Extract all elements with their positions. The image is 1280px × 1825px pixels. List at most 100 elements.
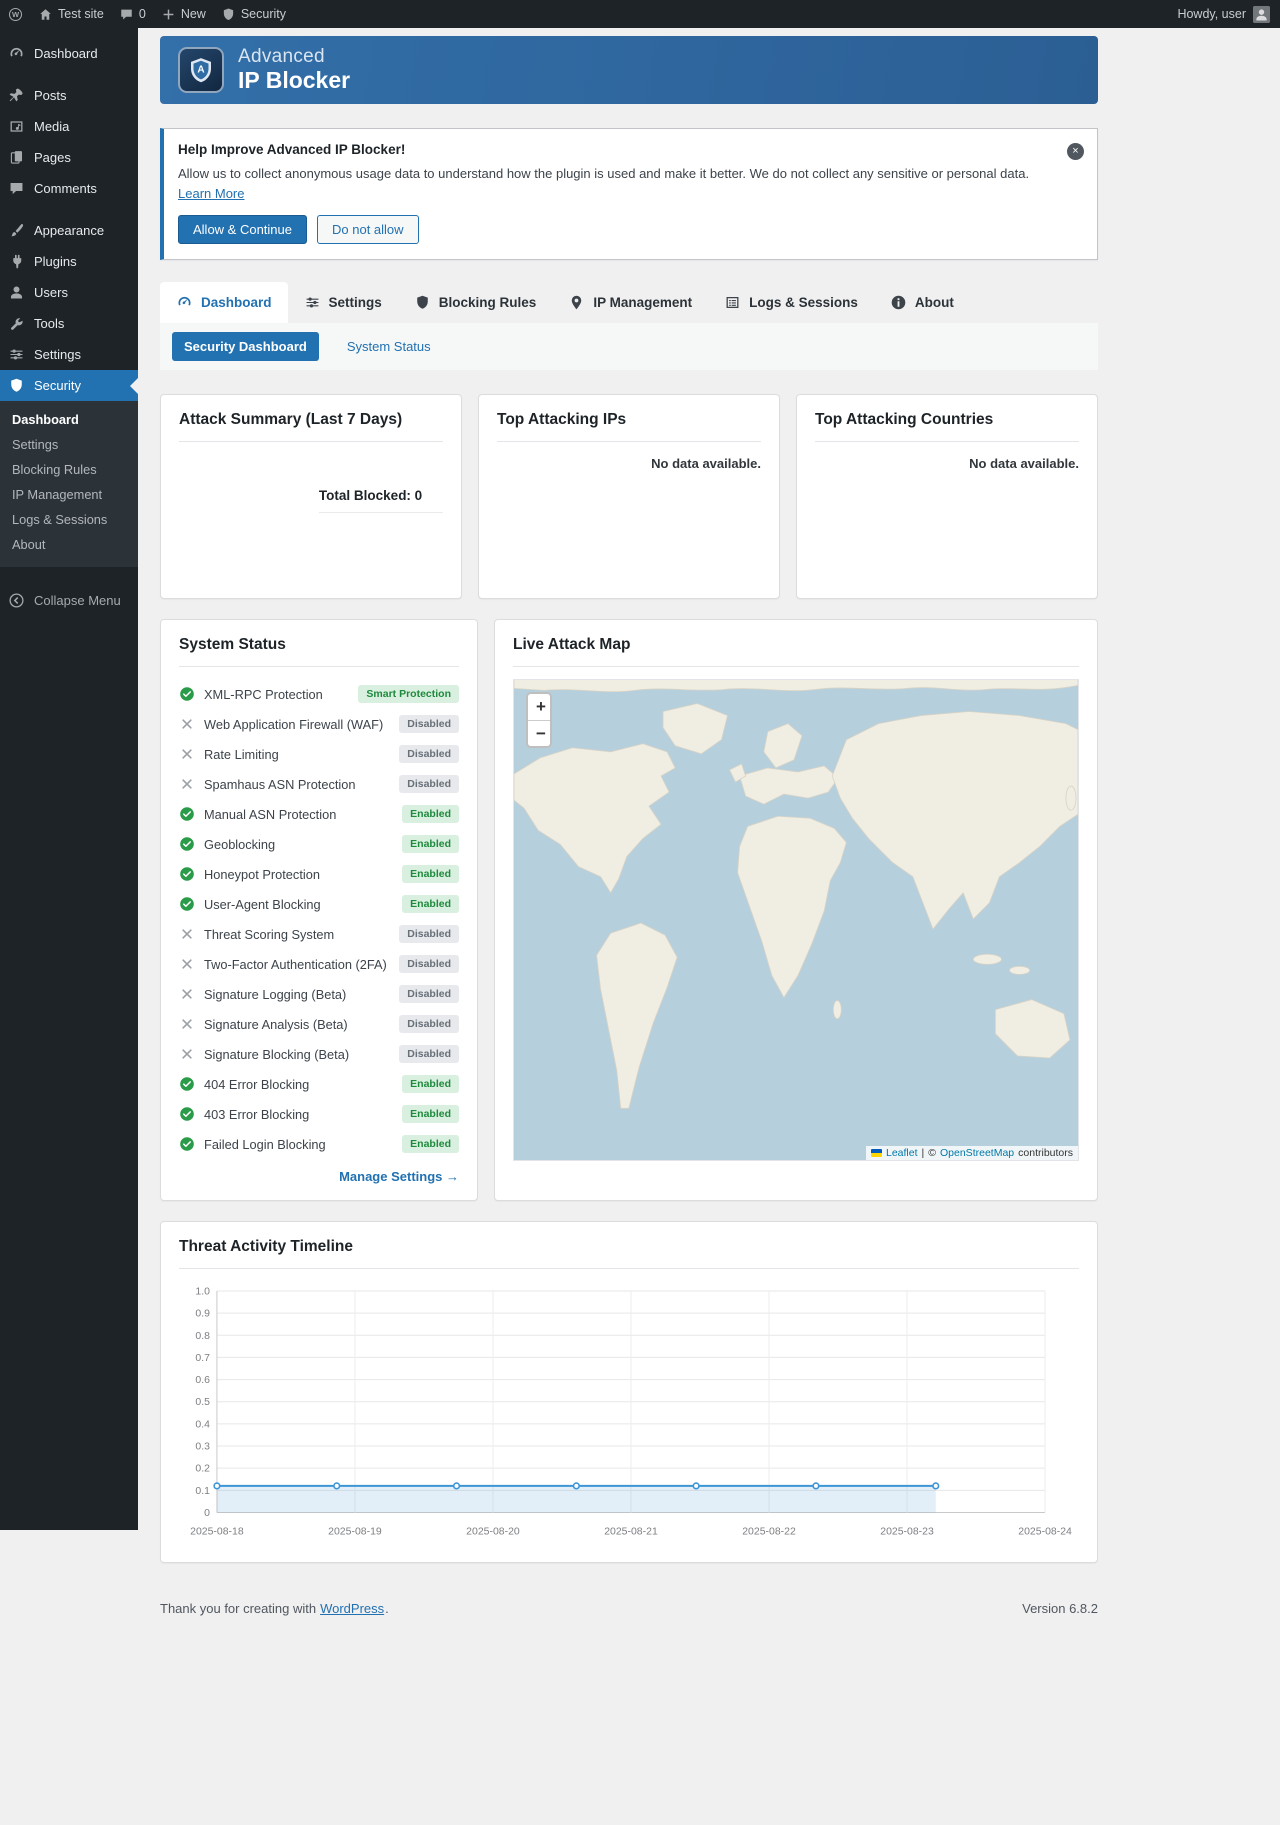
- x-icon: [179, 1046, 195, 1062]
- status-label: Failed Login Blocking: [204, 1136, 326, 1152]
- notice-body: Allow us to collect anonymous usage data…: [178, 164, 1053, 203]
- admin-footer: Thank you for creating with WordPress. Ve…: [160, 1601, 1098, 1664]
- x-icon: [179, 1016, 195, 1032]
- dashboard-subtabs: Security Dashboard System Status: [160, 323, 1098, 370]
- threat-activity-timeline-title: Threat Activity Timeline: [179, 1238, 1079, 1269]
- sidebar-item-dashboard[interactable]: Dashboard: [0, 38, 138, 69]
- subtab-security-dashboard[interactable]: Security Dashboard: [172, 332, 319, 361]
- manage-settings-link[interactable]: Manage Settings →: [179, 1169, 459, 1184]
- status-row: Spamhaus ASN Protection Disabled: [179, 769, 459, 799]
- collapse-arrow-icon: [8, 592, 25, 609]
- threat-activity-chart: 0 0.1 0.2 0.3 0.4 0.5 0.6 0.7 0.8 0.9 1.0 2025-08-1…: [179, 1281, 1079, 1546]
- sidebar-item-label: Comments: [34, 181, 97, 196]
- svg-text:0.6: 0.6: [195, 1375, 210, 1386]
- allow-continue-button[interactable]: Allow & Continue: [178, 215, 307, 244]
- status-label: 404 Error Blocking: [204, 1076, 310, 1092]
- live-attack-map-title: Live Attack Map: [513, 636, 1079, 667]
- sidebar-subitem-dashboard[interactable]: Dashboard: [0, 407, 138, 432]
- tab-ip-management[interactable]: IP Management: [552, 282, 708, 323]
- sidebar-item-posts[interactable]: Posts: [0, 80, 138, 111]
- x-icon: [179, 746, 195, 762]
- svg-text:2025-08-20: 2025-08-20: [466, 1526, 520, 1537]
- map-attribution: Leaflet | © OpenStreetMap contributors: [865, 1146, 1078, 1160]
- sidebar-subitem-about[interactable]: About: [0, 532, 138, 557]
- svg-text:2025-08-24: 2025-08-24: [1018, 1526, 1072, 1537]
- admin-bar: W Test site 0 New Security Howdy, user: [0, 0, 1280, 28]
- svg-text:A: A: [197, 64, 204, 75]
- status-and-map-row: System Status XML-RPC Protection Smart Pr…: [160, 619, 1098, 1201]
- admin-bar-left: W Test site 0 New Security: [8, 7, 286, 22]
- howdy-text: Howdy, user: [1177, 7, 1246, 21]
- svg-text:2025-08-19: 2025-08-19: [328, 1526, 382, 1537]
- sidebar-item-media[interactable]: Media: [0, 111, 138, 142]
- tab-logs-sessions[interactable]: Logs & Sessions: [708, 282, 874, 323]
- notice-title: Help Improve Advanced IP Blocker!: [178, 142, 406, 157]
- sidebar-subitem-logs-sessions[interactable]: Logs & Sessions: [0, 507, 138, 532]
- status-row: 403 Error Blocking Enabled: [179, 1099, 459, 1129]
- wordpress-link[interactable]: WordPress: [320, 1601, 384, 1616]
- sidebar-item-appearance[interactable]: Appearance: [0, 215, 138, 246]
- summary-cards-row: Attack Summary (Last 7 Days) Total Block…: [160, 394, 1098, 599]
- attack-map[interactable]: + − Leaflet | © OpenStreetMap contributo…: [513, 679, 1079, 1161]
- site-name-link[interactable]: Test site: [38, 7, 104, 22]
- status-badge: Enabled: [402, 1105, 459, 1123]
- tab-settings[interactable]: Settings: [288, 282, 398, 323]
- status-label: Manual ASN Protection: [204, 806, 337, 822]
- status-row: Geoblocking Enabled: [179, 829, 459, 859]
- sidebar-item-pages[interactable]: Pages: [0, 142, 138, 173]
- world-map: [514, 680, 1078, 1160]
- sidebar-item-security[interactable]: Security: [0, 370, 138, 401]
- sidebar-item-plugins[interactable]: Plugins: [0, 246, 138, 277]
- tab-label: Blocking Rules: [438, 295, 537, 310]
- comments-shortcut[interactable]: 0: [119, 7, 146, 22]
- status-label: Signature Blocking (Beta): [204, 1046, 350, 1062]
- zoom-in-button[interactable]: +: [528, 694, 550, 720]
- svg-text:0.3: 0.3: [195, 1442, 210, 1453]
- zoom-out-button[interactable]: −: [528, 720, 550, 746]
- sidebar-item-label: Dashboard: [34, 46, 98, 61]
- sidebar-item-label: Plugins: [34, 254, 77, 269]
- do-not-allow-button[interactable]: Do not allow: [317, 215, 419, 244]
- sidebar-item-comments[interactable]: Comments: [0, 173, 138, 204]
- svg-text:2025-08-18: 2025-08-18: [190, 1526, 244, 1537]
- sidebar-subitem-blocking-rules[interactable]: Blocking Rules: [0, 457, 138, 482]
- footer-version: Version 6.8.2: [1022, 1601, 1098, 1617]
- system-status-list: XML-RPC Protection Smart Protection Web Ap…: [179, 679, 459, 1159]
- sidebar-item-label: Appearance: [34, 223, 105, 238]
- sidebar-item-tools[interactable]: Tools: [0, 308, 138, 339]
- site-name: Test site: [58, 7, 104, 21]
- security-shortcut[interactable]: Security: [221, 7, 286, 22]
- dismiss-notice-icon[interactable]: ×: [1067, 143, 1084, 160]
- no-data-text: No data available.: [651, 456, 761, 471]
- learn-more-link[interactable]: Learn More: [178, 186, 244, 201]
- tab-blocking-rules[interactable]: Blocking Rules: [398, 282, 553, 323]
- new-content-menu[interactable]: New: [161, 7, 206, 22]
- new-label: New: [180, 7, 206, 21]
- notice-buttons: Allow & Continue Do not allow: [178, 215, 1053, 244]
- status-label: Signature Logging (Beta): [204, 986, 347, 1002]
- footer-thanks-text: Thank you for creating with: [160, 1601, 317, 1617]
- wordpress-menu[interactable]: W: [8, 7, 23, 22]
- account-menu[interactable]: Howdy, user: [1177, 5, 1270, 23]
- collapse-menu-button[interactable]: Collapse Menu: [0, 585, 138, 616]
- status-row: XML-RPC Protection Smart Protection: [179, 679, 459, 709]
- sidebar-item-label: Security: [34, 378, 81, 393]
- sidebar-subitem-settings[interactable]: Settings: [0, 432, 138, 457]
- main-content: A Advanced IP Blocker Help Improve Advan…: [138, 28, 1280, 1664]
- openstreetmap-link[interactable]: OpenStreetMap: [940, 1147, 1014, 1159]
- check-circle-icon: [179, 806, 195, 822]
- system-status-card: System Status XML-RPC Protection Smart Pr…: [160, 619, 478, 1201]
- subtab-system-status[interactable]: System Status: [335, 332, 443, 361]
- svg-text:0: 0: [204, 1508, 210, 1519]
- plus-icon: [161, 7, 176, 22]
- sidebar-item-settings[interactable]: Settings: [0, 339, 138, 370]
- tab-label: Dashboard: [201, 295, 272, 310]
- sidebar-subitem-ip-management[interactable]: IP Management: [0, 482, 138, 507]
- status-badge: Disabled: [399, 775, 459, 793]
- svg-text:2025-08-22: 2025-08-22: [742, 1526, 796, 1537]
- tab-about[interactable]: About: [874, 282, 970, 323]
- leaflet-link[interactable]: Leaflet: [886, 1147, 918, 1159]
- tab-dashboard[interactable]: Dashboard: [160, 282, 288, 323]
- sidebar-item-users[interactable]: Users: [0, 277, 138, 308]
- status-row: Threat Scoring System Disabled: [179, 919, 459, 949]
